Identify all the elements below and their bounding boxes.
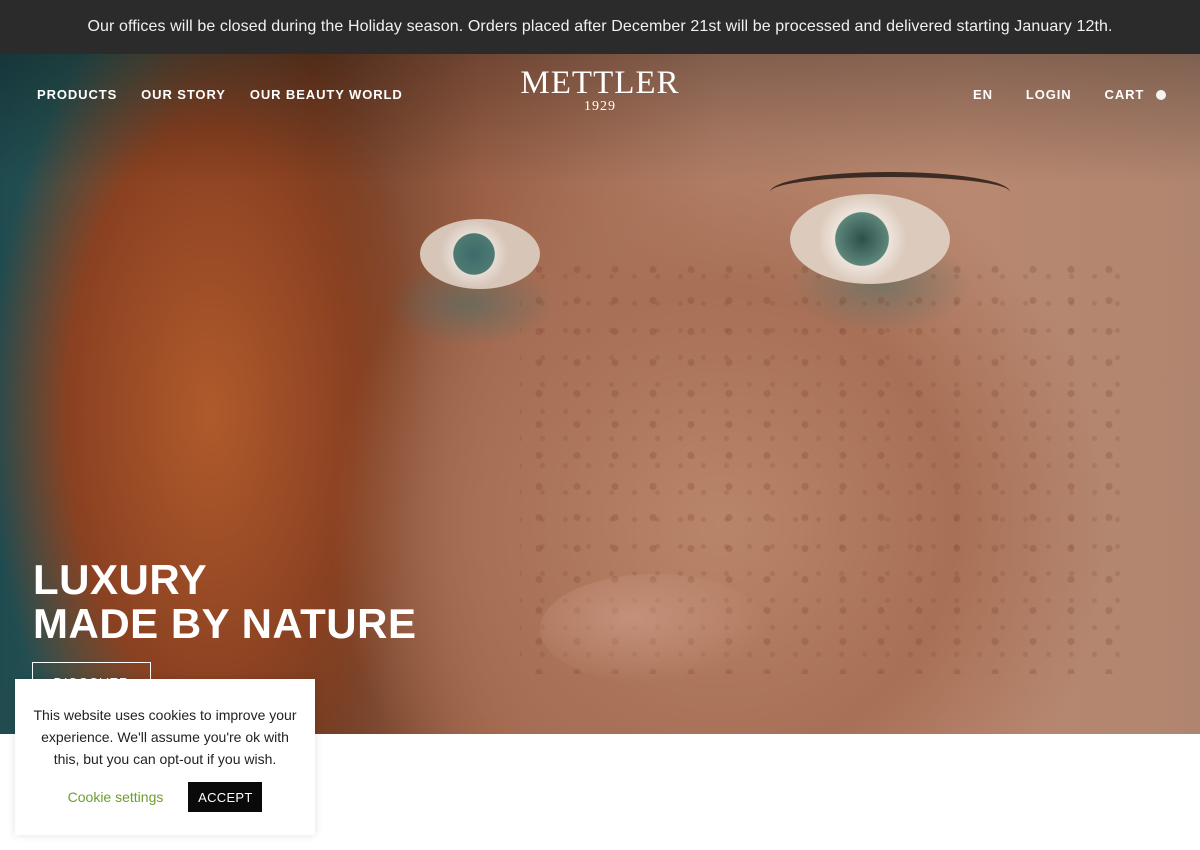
hero-image-highlight — [540, 574, 770, 684]
announcement-bar: Our offices will be closed during the Ho… — [0, 0, 1200, 54]
cookie-message: This website uses cookies to improve you… — [33, 707, 297, 767]
utility-nav: EN LOGIN CART — [973, 87, 1167, 102]
hero-image-eye-left — [420, 219, 540, 289]
circle-dot-icon[interactable] — [1156, 89, 1167, 100]
logo-year: 1929 — [584, 99, 616, 114]
nav-products[interactable]: PRODUCTS — [37, 87, 117, 102]
accept-cookies-button[interactable]: ACCEPT — [188, 782, 263, 812]
site-logo[interactable]: METTLER 1929 — [500, 66, 700, 114]
language-switcher[interactable]: EN — [973, 87, 993, 102]
login-link[interactable]: LOGIN — [1026, 87, 1072, 102]
nav-our-story[interactable]: OUR STORY — [141, 87, 226, 102]
cart-link[interactable]: CART — [1105, 87, 1145, 102]
main-nav: PRODUCTS OUR STORY OUR BEAUTY WORLD — [37, 87, 403, 102]
hero-title: LUXURY MADE BY NATURE — [33, 558, 416, 646]
hero-title-line-2: MADE BY NATURE — [33, 600, 417, 647]
cookie-settings-link[interactable]: Cookie settings — [68, 789, 164, 805]
hero-title-line-1: LUXURY — [33, 556, 208, 603]
cookie-actions: Cookie settings ACCEPT — [31, 782, 299, 812]
announcement-text: Our offices will be closed during the Ho… — [87, 18, 1113, 35]
nav-our-beauty-world[interactable]: OUR BEAUTY WORLD — [250, 87, 403, 102]
cookie-banner: This website uses cookies to improve you… — [15, 679, 315, 835]
logo-wordmark: METTLER — [520, 65, 680, 101]
